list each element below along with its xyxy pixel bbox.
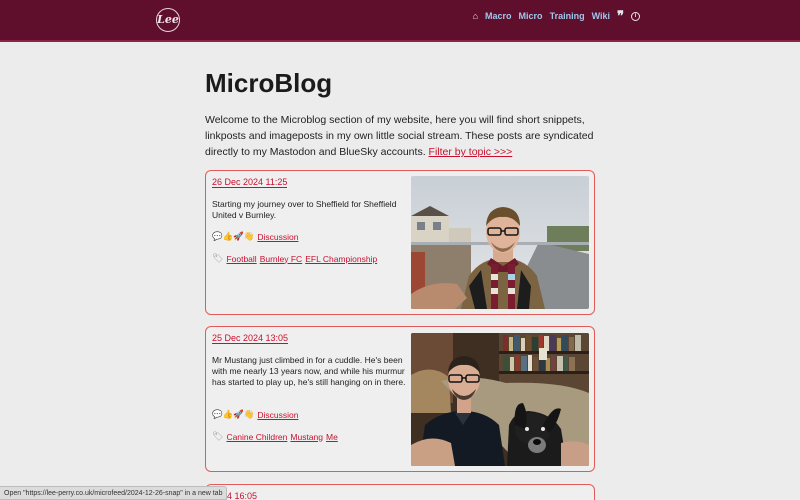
discussion-link[interactable]: Discussion	[257, 232, 298, 242]
main-nav: ⌂ Macro Micro Training Wiki ❞ i	[473, 9, 640, 22]
nav-link-training[interactable]: Training	[550, 11, 585, 21]
tag-link[interactable]: EFL Championship	[305, 254, 377, 264]
reaction-icons: 💬👍🚀👋	[212, 231, 255, 241]
nav-link-wiki[interactable]: Wiki	[592, 11, 610, 21]
tag-link[interactable]: Me	[326, 432, 338, 442]
post-date-link[interactable]: 26 Dec 2024 11:25	[212, 177, 288, 188]
tag-icon: 🏷	[212, 253, 224, 263]
tag-icon: 🏷	[212, 431, 224, 441]
home-icon[interactable]: ⌂	[473, 11, 478, 21]
info-icon[interactable]: i	[631, 11, 640, 21]
post-reactions: 💬👍🚀👋 Discussion	[212, 231, 298, 242]
intro-paragraph: Welcome to the Microblog section of my w…	[205, 112, 597, 160]
filter-by-topic-link[interactable]: Filter by topic >>>	[429, 146, 513, 158]
post-card: 25 Dec 2024 13:05 Mr Mustang just climbe…	[205, 326, 595, 472]
discussion-link[interactable]: Discussion	[257, 410, 298, 420]
post-tags: 🏷 Football Burnley FC EFL Championship	[212, 253, 377, 264]
post-card: 26 Dec 2024 11:25 Starting my journey ov…	[205, 170, 595, 315]
site-logo[interactable]: Lee	[156, 8, 180, 32]
post-photo[interactable]	[411, 176, 589, 309]
tag-link[interactable]: Canine Children	[226, 432, 287, 442]
reaction-icons: 💬👍🚀👋	[212, 409, 255, 419]
post-tags: 🏷 Canine Children Mustang Me	[212, 431, 338, 442]
post-text: Mr Mustang just climbed in for a cuddle.…	[212, 355, 406, 387]
intro-text: Welcome to the Microblog section of my w…	[205, 114, 594, 158]
nav-link-micro[interactable]: Micro	[519, 11, 543, 21]
post-date-link[interactable]: 25 Dec 2024 13:05	[212, 333, 289, 344]
tag-link[interactable]: Football	[226, 254, 256, 264]
post-photo[interactable]	[411, 333, 589, 466]
tag-link[interactable]: Mustang	[290, 432, 323, 442]
quote-icon[interactable]: ❞	[617, 9, 624, 22]
status-bar: Open "https://lee-perry.co.uk/microfeed/…	[0, 486, 228, 500]
page-title: MicroBlog	[205, 68, 333, 98]
post-text: Starting my journey over to Sheffield fo…	[212, 199, 397, 220]
post-card: 2024 16:05	[205, 484, 595, 500]
post-reactions: 💬👍🚀👋 Discussion	[212, 409, 298, 420]
tag-link[interactable]: Burnley FC	[260, 254, 303, 264]
top-navigation-bar: Lee ⌂ Macro Micro Training Wiki ❞ i	[0, 0, 800, 42]
nav-link-macro[interactable]: Macro	[485, 11, 512, 21]
